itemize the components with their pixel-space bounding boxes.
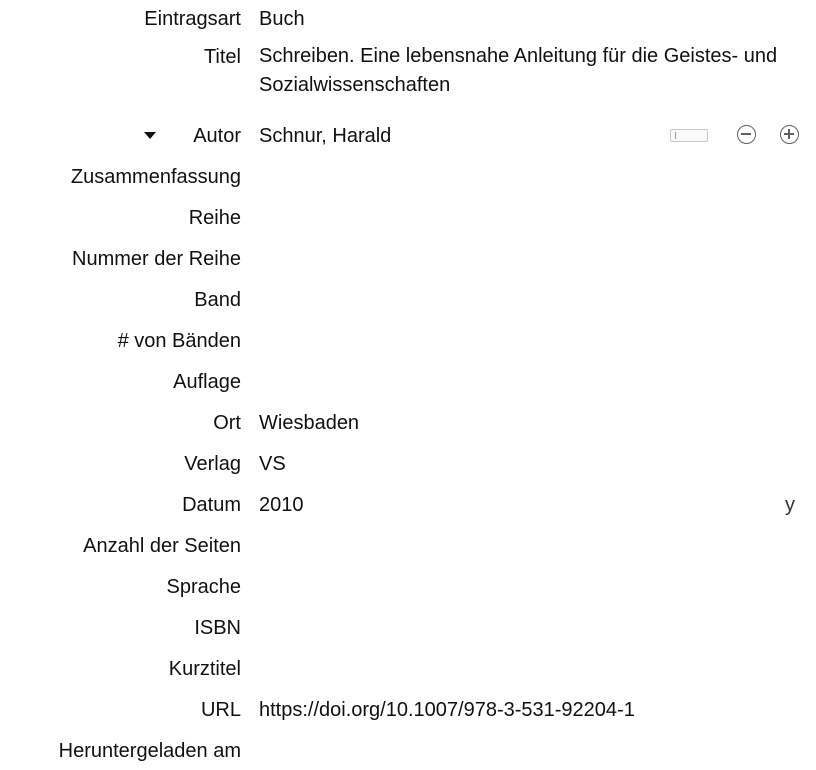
- place-label: Ort: [213, 412, 241, 434]
- edition-label: Auflage: [173, 371, 241, 393]
- series-number-label: Nummer der Reihe: [72, 248, 241, 270]
- author-label[interactable]: Autor: [193, 117, 241, 155]
- volume-label: Band: [194, 289, 241, 311]
- publisher-value[interactable]: VS: [259, 445, 286, 483]
- title-value[interactable]: Schreiben. Eine lebensnahe Anleitung für…: [259, 42, 779, 100]
- place-value[interactable]: Wiesbaden: [259, 404, 359, 442]
- author-value[interactable]: Schnur, Harald: [259, 117, 391, 155]
- row-isbn: ISBN: [0, 609, 816, 647]
- date-order-indicator: y: [785, 494, 795, 516]
- item-type-label: Eintragsart: [144, 8, 241, 30]
- row-url: URL https://doi.org/10.1007/978-3-531-92…: [0, 691, 816, 729]
- minus-circle-icon[interactable]: [737, 125, 756, 144]
- row-language: Sprache: [0, 568, 816, 606]
- row-short-title: Kurztitel: [0, 650, 816, 688]
- field-mode-switch-icon[interactable]: [670, 129, 708, 142]
- short-title-label: Kurztitel: [168, 658, 241, 680]
- num-volumes-label: # von Bänden: [117, 330, 241, 352]
- row-edition: Auflage: [0, 363, 816, 401]
- access-date-label: Heruntergeladen am: [58, 740, 241, 762]
- series-label: Reihe: [188, 207, 241, 229]
- url-value[interactable]: https://doi.org/10.1007/978-3-531-92204-…: [259, 691, 635, 729]
- row-num-volumes: # von Bänden: [0, 322, 816, 360]
- row-author: Autor Schnur, Harald: [0, 117, 816, 155]
- row-volume: Band: [0, 281, 816, 319]
- twisty-expand-icon[interactable]: [144, 132, 156, 139]
- row-title: Titel Schreiben. Eine lebensnahe Anleitu…: [0, 38, 816, 110]
- language-label: Sprache: [166, 576, 242, 598]
- num-pages-label: Anzahl der Seiten: [83, 535, 241, 557]
- url-label[interactable]: URL: [201, 691, 241, 729]
- title-label: Titel: [203, 46, 241, 68]
- plus-circle-icon[interactable]: [780, 125, 799, 144]
- row-series-number: Nummer der Reihe: [0, 240, 816, 278]
- date-label: Datum: [182, 494, 241, 516]
- row-item-type: Eintragsart Buch: [0, 0, 816, 38]
- date-value[interactable]: 2010: [259, 486, 304, 524]
- abstract-label: Zusammenfassung: [70, 166, 241, 188]
- item-type-value[interactable]: Buch: [259, 0, 305, 38]
- row-place: Ort Wiesbaden: [0, 404, 816, 442]
- row-access-date: Heruntergeladen am: [0, 732, 816, 770]
- row-abstract: Zusammenfassung: [0, 158, 816, 196]
- row-series: Reihe: [0, 199, 816, 237]
- isbn-label: ISBN: [194, 617, 241, 639]
- row-publisher: Verlag VS: [0, 445, 816, 483]
- row-num-pages: Anzahl der Seiten: [0, 527, 816, 565]
- row-date: Datum 2010 y: [0, 486, 816, 524]
- publisher-label: Verlag: [184, 453, 241, 475]
